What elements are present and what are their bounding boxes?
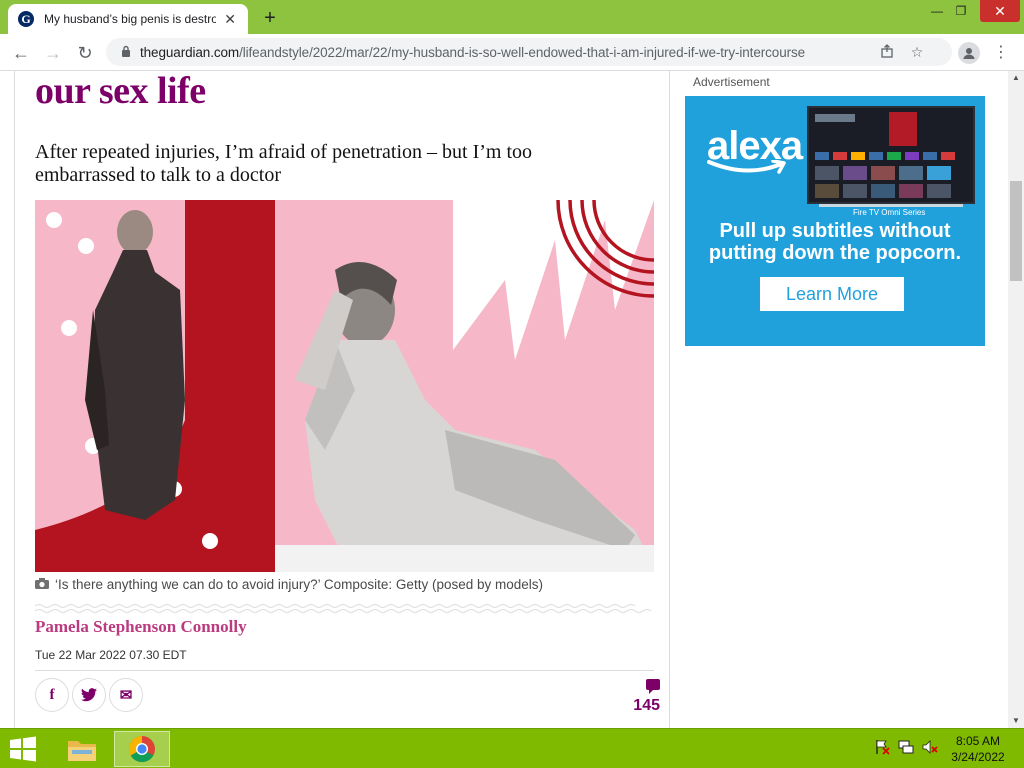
email-icon: ✉: [119, 687, 133, 704]
column-divider-right: [669, 71, 670, 728]
browser-toolbar: ← → ↻ theguardian.com/lifeandstyle/2022/…: [0, 34, 1024, 71]
scroll-up-arrow-icon[interactable]: ▲: [1008, 71, 1024, 85]
ad-promo-line-1: Pull up subtitles without: [719, 220, 951, 242]
file-explorer-taskbar-button[interactable]: [54, 731, 110, 767]
profile-avatar-icon[interactable]: [958, 42, 980, 64]
network-icon[interactable]: [898, 739, 914, 758]
scroll-down-arrow-icon[interactable]: ▼: [1008, 714, 1024, 728]
start-button[interactable]: [8, 735, 40, 763]
clock-date: 3/24/2022: [951, 750, 1005, 764]
window-maximize-button[interactable]: ❐: [946, 0, 976, 22]
ad-promo-line-2: putting down the popcorn.: [708, 242, 962, 264]
image-caption: ‘Is there anything we can do to avoid in…: [35, 577, 543, 592]
tv-caption: Fire TV Omni Series: [853, 208, 926, 217]
article-hero-image[interactable]: [35, 200, 654, 572]
bookmark-star-icon[interactable]: ☆: [902, 44, 932, 61]
chrome-icon: [128, 735, 155, 763]
share-page-icon[interactable]: [872, 43, 902, 61]
share-twitter-button[interactable]: [72, 678, 106, 712]
advertisement-label: Advertisement: [693, 75, 770, 89]
windows-logo-icon: [10, 736, 36, 762]
tv-stand: [819, 204, 963, 207]
column-divider-left: [14, 71, 15, 728]
url-path: /lifeandstyle/2022/mar/22/my-husband-is-…: [239, 44, 806, 60]
wavy-divider: [35, 604, 652, 613]
alexa-smile-icon: [707, 160, 786, 174]
hero-illustration: [35, 200, 654, 572]
action-center-flag-icon[interactable]: [874, 739, 890, 758]
forward-arrow-icon[interactable]: →: [40, 40, 66, 66]
url-host: theguardian.com: [140, 44, 240, 60]
twitter-icon: [81, 688, 97, 702]
folder-icon: [68, 741, 96, 761]
tab-title: My husband’s big penis is destroying our…: [44, 12, 217, 26]
lock-icon[interactable]: [112, 45, 140, 60]
publish-date: Tue 22 Mar 2022 07.30 EDT: [35, 648, 187, 662]
reload-icon[interactable]: ↻: [72, 40, 98, 66]
url-text[interactable]: theguardian.com/lifeandstyle/2022/mar/22…: [140, 45, 872, 60]
facebook-icon: f: [49, 686, 55, 703]
new-tab-button[interactable]: +: [258, 6, 282, 30]
windows-taskbar: 8:05 AM 3/24/2022: [0, 728, 1024, 768]
share-facebook-button[interactable]: f: [35, 678, 69, 712]
window-close-button[interactable]: ✕: [980, 0, 1020, 22]
browser-titlebar: G My husband’s big penis is destroying o…: [0, 0, 1024, 34]
tab-close-button[interactable]: ✕: [222, 11, 238, 28]
meta-divider: [35, 670, 654, 671]
browser-menu-icon[interactable]: ⋮: [990, 40, 1012, 66]
page-viewport: our sex life After repeated injuries, I’…: [0, 71, 1008, 728]
system-clock[interactable]: 8:05 AM 3/24/2022: [948, 733, 1008, 765]
advertisement-banner[interactable]: alexa Fire TV Omni Series Pull up subtit…: [685, 96, 985, 346]
caption-text: ‘Is there anything we can do to avoid in…: [55, 577, 543, 592]
guardian-favicon-icon: G: [18, 11, 34, 27]
article-standfirst: After repeated injuries, I’m afraid of p…: [35, 141, 533, 186]
article-headline: our sex life: [35, 71, 206, 112]
page-scrollbar[interactable]: ▲ ▼: [1008, 71, 1024, 728]
ad-promo-text: Pull up subtitles without putting down t…: [685, 220, 985, 264]
address-bar[interactable]: theguardian.com/lifeandstyle/2022/mar/22…: [106, 38, 952, 66]
share-email-button[interactable]: ✉: [109, 678, 143, 712]
scroll-thumb[interactable]: [1010, 181, 1022, 281]
author-byline-link[interactable]: Pamela Stephenson Connolly: [35, 617, 247, 637]
learn-more-button[interactable]: Learn More: [760, 277, 904, 311]
clock-time: 8:05 AM: [955, 734, 1001, 748]
tv-screen-image: [807, 106, 975, 204]
chrome-taskbar-button[interactable]: [114, 731, 170, 767]
camera-icon: [35, 577, 49, 592]
volume-muted-icon[interactable]: [922, 739, 938, 758]
comment-count: 145: [633, 697, 660, 714]
comment-bubble-icon: [646, 679, 660, 694]
back-arrow-icon[interactable]: ←: [8, 40, 34, 66]
comments-count-link[interactable]: 145: [620, 677, 660, 715]
browser-tab-active[interactable]: G My husband’s big penis is destroying o…: [8, 4, 248, 34]
